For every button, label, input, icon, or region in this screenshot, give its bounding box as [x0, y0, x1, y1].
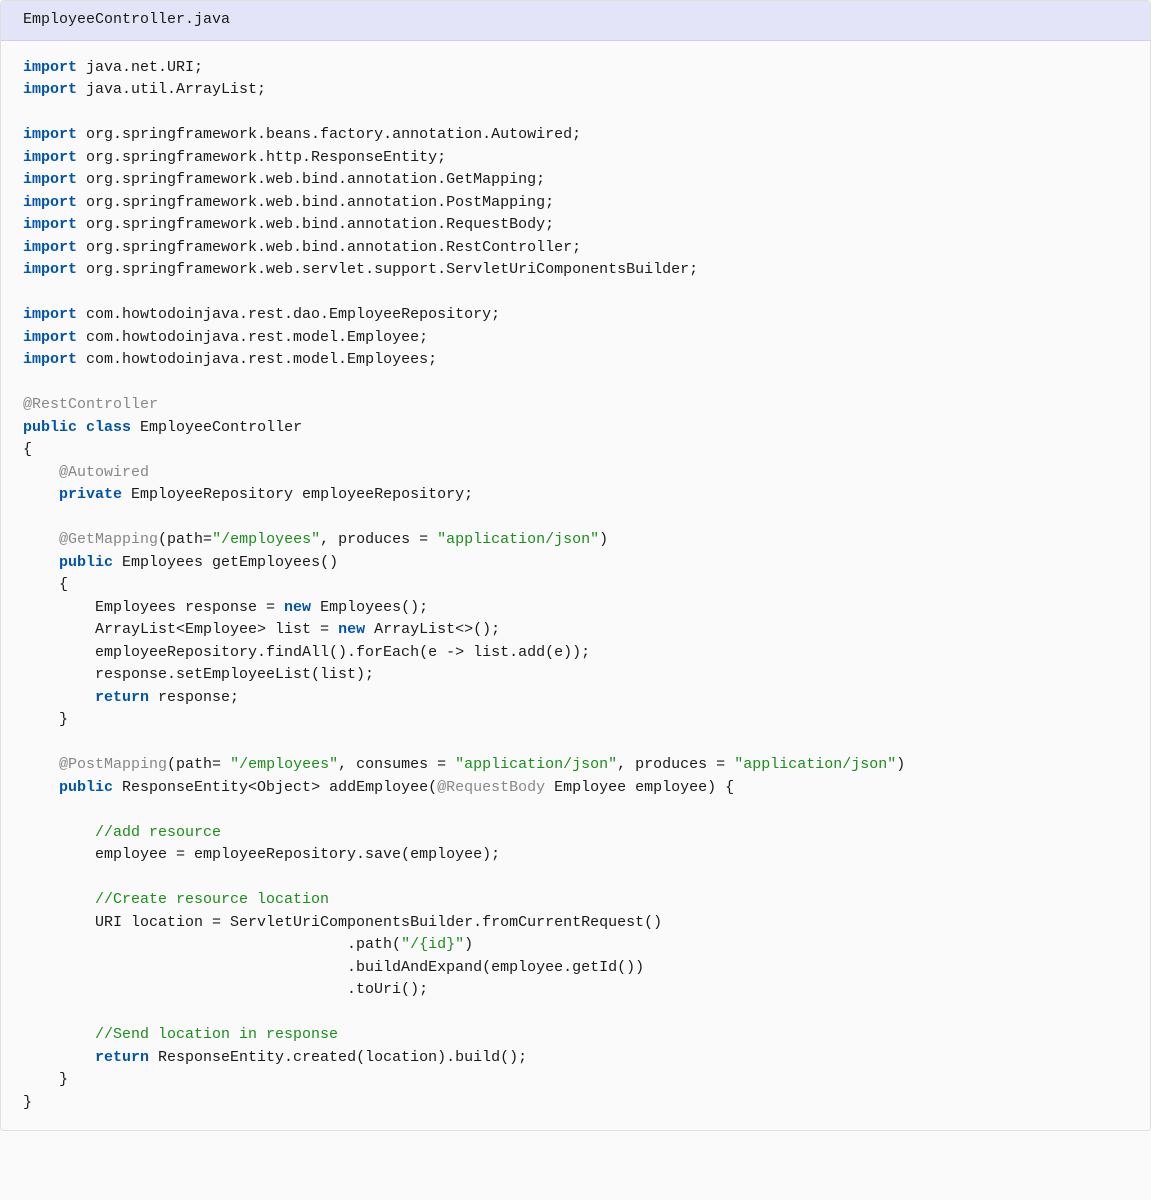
code-token: "application/json" — [437, 531, 599, 548]
code-token: com.howtodoinjava.rest.dao.EmployeeRepos… — [77, 306, 500, 323]
code-token — [23, 464, 59, 481]
code-token: import — [23, 59, 77, 76]
code-token: import — [23, 81, 77, 98]
code-token: "/{id}" — [401, 936, 464, 953]
code-token — [77, 419, 86, 436]
code-token: } — [23, 1094, 32, 1111]
code-token: public — [23, 419, 77, 436]
code-token: org.springframework.web.servlet.support.… — [77, 261, 698, 278]
code-token: ) — [464, 936, 473, 953]
code-token: response; — [149, 689, 239, 706]
code-token: //add resource — [95, 824, 221, 841]
code-token: com.howtodoinjava.rest.model.Employees; — [77, 351, 437, 368]
code-token: import — [23, 329, 77, 346]
code-token — [23, 891, 95, 908]
code-token: @PostMapping — [59, 756, 167, 773]
code-body[interactable]: import java.net.URI; import java.util.Ar… — [1, 41, 1150, 1131]
code-token: Employee employee) { — [545, 779, 734, 796]
code-token: import — [23, 216, 77, 233]
code-token — [23, 531, 59, 548]
code-token: public — [59, 554, 113, 571]
code-token: return — [95, 689, 149, 706]
code-token: org.springframework.beans.factory.annota… — [77, 126, 581, 143]
filename-header: EmployeeController.java — [1, 1, 1150, 41]
code-token — [23, 1026, 95, 1043]
code-token: Employees(); — [311, 599, 428, 616]
code-token: response.setEmployeeList(list); — [23, 666, 374, 683]
code-token: new — [338, 621, 365, 638]
code-token: EmployeeController — [131, 419, 302, 436]
code-token — [23, 756, 59, 773]
code-token: , consumes = — [338, 756, 455, 773]
code-token: public — [59, 779, 113, 796]
code-token: "application/json" — [455, 756, 617, 773]
code-token — [23, 824, 95, 841]
code-token: .path( — [23, 936, 401, 953]
code-token: new — [284, 599, 311, 616]
code-token: { — [23, 576, 68, 593]
code-token: private — [59, 486, 122, 503]
code-token: ) — [599, 531, 608, 548]
code-token: ArrayList<>(); — [365, 621, 500, 638]
code-token: EmployeeRepository employeeRepository; — [122, 486, 473, 503]
code-token: (path= — [167, 756, 230, 773]
code-token: import — [23, 194, 77, 211]
code-token: return — [95, 1049, 149, 1066]
code-token: ArrayList<Employee> list = — [23, 621, 338, 638]
code-token: ResponseEntity<Object> addEmployee( — [113, 779, 437, 796]
code-token: "/employees" — [230, 756, 338, 773]
code-token: import — [23, 149, 77, 166]
code-token: //Create resource location — [95, 891, 329, 908]
code-token: "application/json" — [734, 756, 896, 773]
code-token: ) — [896, 756, 905, 773]
code-token: "/employees" — [212, 531, 320, 548]
code-token: import — [23, 351, 77, 368]
code-token: } — [23, 1071, 68, 1088]
code-token — [23, 486, 59, 503]
code-token: org.springframework.http.ResponseEntity; — [77, 149, 446, 166]
code-token: employeeRepository.findAll().forEach(e -… — [23, 644, 590, 661]
code-token: (path= — [158, 531, 212, 548]
code-token: import — [23, 171, 77, 188]
code-token: java.net.URI; — [77, 59, 203, 76]
code-token: //Send location in response — [95, 1026, 338, 1043]
code-token: .toUri(); — [23, 981, 428, 998]
code-token: class — [86, 419, 131, 436]
code-token — [23, 779, 59, 796]
code-token: @Autowired — [59, 464, 149, 481]
filename-label: EmployeeController.java — [23, 11, 230, 28]
code-token: org.springframework.web.bind.annotation.… — [77, 194, 554, 211]
code-token: Employees response = — [23, 599, 284, 616]
code-token: employee = employeeRepository.save(emplo… — [23, 846, 500, 863]
code-token: org.springframework.web.bind.annotation.… — [77, 216, 554, 233]
code-token — [23, 689, 95, 706]
code-token: import — [23, 239, 77, 256]
code-token: com.howtodoinjava.rest.model.Employee; — [77, 329, 428, 346]
code-token: org.springframework.web.bind.annotation.… — [77, 239, 581, 256]
code-token: } — [23, 711, 68, 728]
code-token: .buildAndExpand(employee.getId()) — [23, 959, 644, 976]
code-token: URI location = ServletUriComponentsBuild… — [23, 914, 662, 931]
code-token: @RestController — [23, 396, 158, 413]
code-token: @GetMapping — [59, 531, 158, 548]
code-container: EmployeeController.java import java.net.… — [0, 0, 1151, 1131]
code-token: , produces = — [320, 531, 437, 548]
code-token: import — [23, 261, 77, 278]
code-token: { — [23, 441, 32, 458]
code-token: , produces = — [617, 756, 734, 773]
code-token: import — [23, 126, 77, 143]
code-token: ResponseEntity.created(location).build()… — [149, 1049, 527, 1066]
code-token: import — [23, 306, 77, 323]
code-token — [23, 1049, 95, 1066]
code-token — [23, 554, 59, 571]
code-token: org.springframework.web.bind.annotation.… — [77, 171, 545, 188]
code-token: java.util.ArrayList; — [77, 81, 266, 98]
code-token: Employees getEmployees() — [113, 554, 338, 571]
code-token: @RequestBody — [437, 779, 545, 796]
